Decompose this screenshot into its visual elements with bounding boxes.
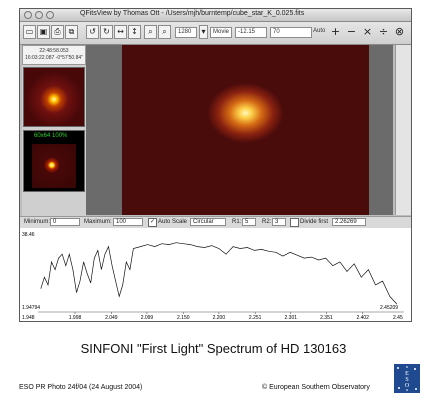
divide-first-label: Divide first	[300, 219, 329, 225]
x-tick-label: 2.402	[356, 315, 369, 321]
r2-label: R2:	[262, 219, 272, 225]
aperture-select[interactable]: Circular	[190, 218, 226, 226]
title-bar: QFitsView by Thomas Ott - /Users/mjh/bur…	[20, 9, 411, 22]
chevron-down-icon[interactable]: ▾	[199, 25, 208, 39]
auto-scale-label: Auto Scale	[158, 219, 188, 225]
save-icon[interactable]: ▣	[37, 25, 50, 39]
image-border-right	[369, 45, 393, 215]
minimize-window-button[interactable]	[35, 11, 43, 19]
spectrum-controls: Minimum: 0 Maximum: 100 ✓ Auto Scale Cir…	[20, 216, 411, 228]
r1-label: R1:	[232, 219, 242, 225]
print-icon[interactable]: ⎙	[51, 25, 64, 39]
x-start-label: 1.948	[22, 315, 35, 321]
x-tick-label: 1.998	[69, 315, 82, 321]
vertical-scrollbar[interactable]	[395, 45, 411, 215]
rotate-left-icon[interactable]: ↺	[86, 25, 99, 39]
app-window: QFitsView by Thomas Ott - /Users/mjh/bur…	[19, 8, 412, 322]
minimum-field[interactable]: 0	[50, 218, 80, 226]
minus-button[interactable]: −	[345, 24, 358, 40]
image-display-area[interactable]	[86, 45, 393, 215]
image-border-left	[86, 45, 122, 215]
maximum-label: Maximum:	[84, 219, 112, 225]
copyright-notice: © European Southern Observatory	[262, 384, 370, 391]
r1-field[interactable]: 5	[242, 218, 256, 226]
spectrum-svg[interactable]: 1.998 2.049 2.099 2.150 2.200 2.251 2.301 2.351…	[20, 228, 411, 321]
minimum-label: Minimum:	[24, 219, 51, 225]
spectrum-plot[interactable]: 1.998 2.049 2.099 2.150 2.200 2.251 2.301 2.351…	[20, 228, 411, 321]
x-tick-label: 2.251	[249, 315, 262, 321]
x-tick-label: 2.351	[320, 315, 333, 321]
eso-logo: E S O	[394, 364, 420, 393]
toolbar: ▭ ▣ ⎙ ⧉ ↺ ↻ ↔ ↕ ⌕ ⌕ 1280 ▾ Movie -12.15 …	[20, 22, 411, 45]
window-title: QFitsView by Thomas Ott - /Users/mjh/bur…	[80, 10, 305, 17]
close-circle-button[interactable]: ⊗	[393, 24, 406, 40]
flip-vertical-icon[interactable]: ↕	[128, 25, 141, 39]
plus-button[interactable]: +	[329, 24, 342, 40]
zoom-select[interactable]: 1280	[175, 27, 197, 38]
x-end-label: 2.45209	[380, 305, 398, 311]
open-folder-icon[interactable]: ▭	[23, 25, 36, 39]
maximum-field[interactable]: 100	[113, 218, 143, 226]
flip-horizontal-icon[interactable]: ↔	[114, 25, 127, 39]
cut-high-field[interactable]: 70	[270, 27, 312, 38]
eso-logo-icon: E S O	[394, 364, 420, 393]
x-tick-label: 2.150	[177, 315, 190, 321]
auto-scale-checkbox[interactable]: ✓	[148, 218, 157, 227]
x-tick-label: 2.301	[285, 315, 298, 321]
y-max-label: 38.46	[22, 232, 35, 238]
close-window-button[interactable]	[24, 11, 32, 19]
x-end-label-2: 2.45	[393, 315, 403, 321]
copy-icon[interactable]: ⧉	[65, 25, 78, 39]
overview-image	[32, 144, 76, 188]
divide-button[interactable]: ÷	[377, 24, 390, 40]
overview-size-label: 60x64 100%	[34, 133, 68, 139]
zoom-in-icon[interactable]: ⌕	[144, 25, 157, 39]
left-panel: 22:48:58.053 16:03:22.087 -0°57'50.84" 6…	[22, 45, 86, 220]
coord-line-1: 22:48:58.053	[39, 48, 69, 54]
x-tick-label: 2.200	[213, 315, 226, 321]
divide-value-field[interactable]: 2.26269	[332, 218, 366, 226]
rotate-right-icon[interactable]: ↻	[100, 25, 113, 39]
multiply-button[interactable]: ×	[361, 24, 374, 40]
coord-line-2: 16:03:22.087 -0°57'50.84"	[25, 55, 83, 61]
plot-background	[20, 228, 411, 321]
mode-select[interactable]: Movie	[210, 27, 232, 38]
logo-letter-o: O	[405, 383, 410, 389]
x-tick-label: 2.099	[141, 315, 154, 321]
divide-first-checkbox[interactable]	[290, 218, 299, 227]
zoom-out-icon[interactable]: ⌕	[158, 25, 171, 39]
auto-label[interactable]: Auto	[313, 28, 325, 34]
cut-low-field[interactable]: -12.15	[235, 27, 267, 38]
coordinate-readout: 22:48:58.053 16:03:22.087 -0°57'50.84"	[22, 45, 86, 65]
r2-field[interactable]: 3	[272, 218, 286, 226]
photo-id: ESO PR Photo 24f/04 (24 August 2004)	[19, 384, 143, 391]
figure-caption: SINFONI "First Light" Spectrum of HD 130…	[80, 341, 347, 356]
y-min-label: 1.94794	[22, 305, 40, 311]
overview-thumbnail[interactable]: 60x64 100%	[23, 130, 85, 192]
zoom-thumbnail[interactable]	[23, 67, 85, 127]
zoom-window-button[interactable]	[46, 11, 54, 19]
x-tick-label: 2.049	[105, 315, 118, 321]
star-image[interactable]	[122, 45, 369, 215]
